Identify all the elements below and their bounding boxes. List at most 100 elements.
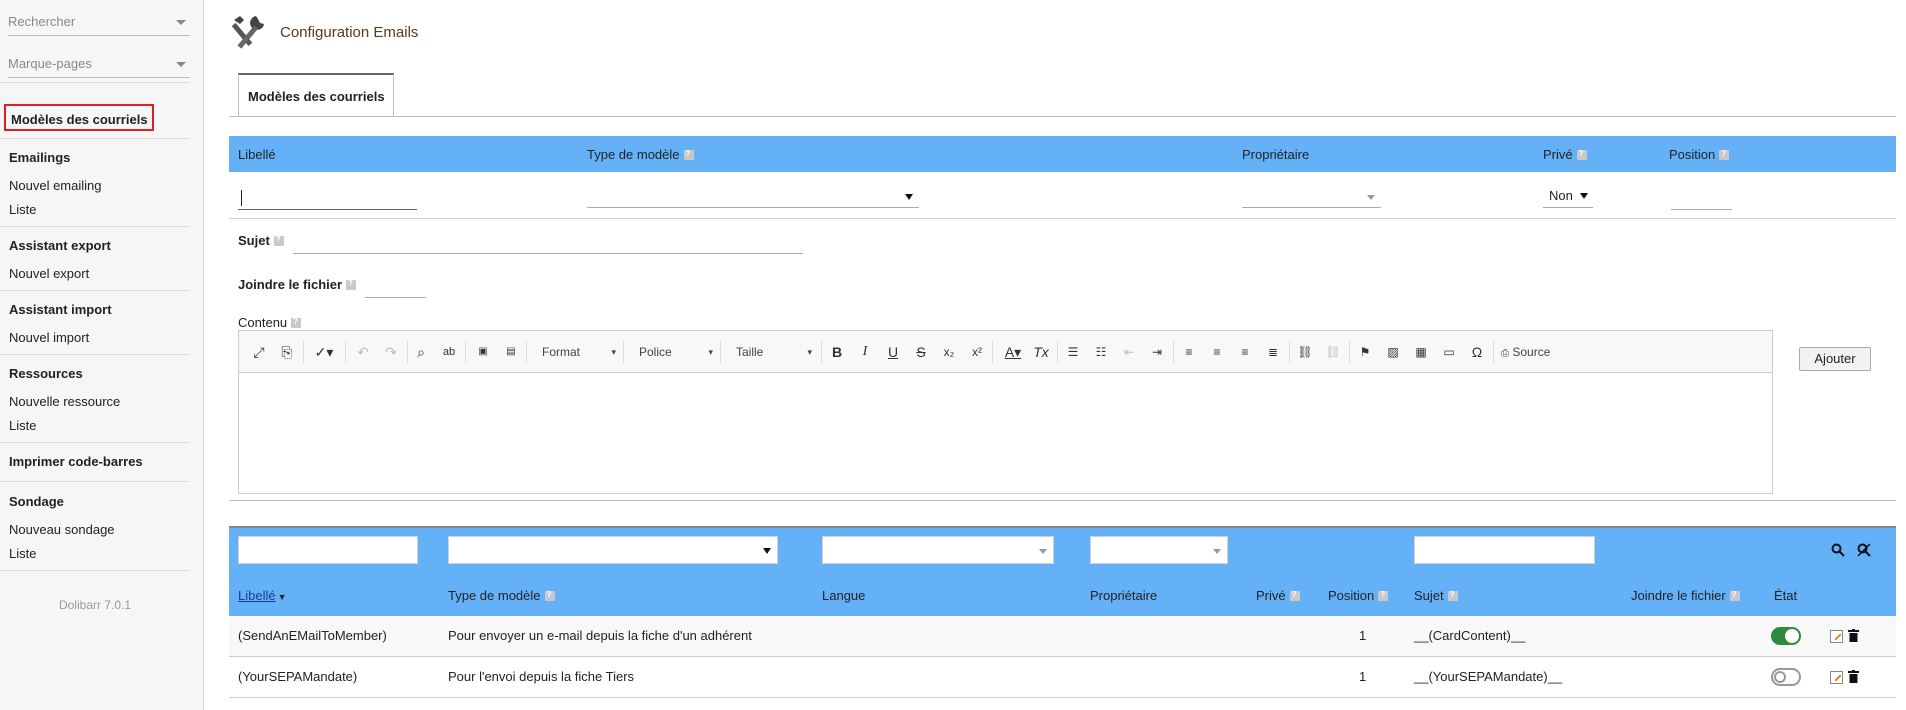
trash-icon[interactable] [1848, 629, 1859, 642]
image-icon[interactable]: ▨ [1383, 343, 1403, 361]
filter-proprietaire-select[interactable] [1090, 536, 1228, 564]
table-icon[interactable]: ▦ [1411, 343, 1431, 361]
horizontal-rule-icon[interactable]: ▭ [1439, 343, 1459, 361]
anchor-flag-icon[interactable]: ⚑ [1355, 343, 1375, 361]
preview-icon[interactable]: ⎘ [277, 343, 297, 361]
sidebar-item-new-emailing[interactable]: Nouvel emailing [9, 178, 102, 193]
format-dropdown[interactable]: Format ▾ [542, 343, 618, 361]
version-label: Dolibarr 7.0.1 [58, 598, 132, 612]
sidebar-item-new-survey[interactable]: Nouveau sondage [9, 522, 115, 537]
remove-format-icon[interactable]: Tx [1031, 343, 1051, 361]
strikethrough-icon[interactable]: S [911, 343, 931, 361]
tab-divider [229, 116, 1896, 117]
trash-icon[interactable] [1848, 670, 1859, 683]
justify-icon[interactable]: ≣ [1263, 343, 1283, 361]
sujet-input[interactable] [293, 232, 803, 254]
position-input[interactable] [1671, 188, 1732, 210]
sidebar-heading-survey[interactable]: Sondage [9, 494, 64, 509]
search-icon[interactable]: ⌕ [411, 343, 431, 361]
select-all-icon[interactable]: ▣ [473, 343, 493, 361]
sidebar-heading-emailings[interactable]: Emailings [9, 150, 70, 165]
sort-libelle-link[interactable]: Libellé ▼ [238, 588, 287, 603]
bold-icon[interactable]: B [827, 343, 847, 361]
outdent-icon[interactable]: ⇤ [1119, 343, 1139, 361]
libelle-input[interactable] [238, 188, 417, 210]
undo-icon[interactable]: ↶ [353, 343, 373, 361]
sidebar-item-emailing-list[interactable]: Liste [9, 202, 36, 217]
align-left-icon[interactable]: ≡ [1179, 343, 1199, 361]
form-header-type: Type de modèle [587, 147, 694, 162]
sidebar-item-new-resource[interactable]: Nouvelle ressource [9, 394, 120, 409]
clear-search-icon[interactable] [1857, 543, 1871, 557]
add-button[interactable]: Ajouter [1799, 347, 1871, 371]
font-dropdown[interactable]: Police ▾ [639, 343, 715, 361]
help-icon [1289, 590, 1300, 601]
link-icon[interactable]: ⛓ [1295, 343, 1315, 361]
sidebar-item-new-import[interactable]: Nouvel import [9, 330, 89, 345]
help-icon [1719, 149, 1730, 160]
col-header-langue: Langue [822, 588, 866, 603]
text-color-icon[interactable]: A▾ [999, 343, 1027, 361]
divider [0, 570, 190, 571]
search-select[interactable]: Rechercher [8, 12, 190, 36]
format-dropdown-label: Format [542, 345, 581, 359]
form-header-prive-label: Privé [1543, 147, 1573, 162]
source-button[interactable]: ⎙ Source [1501, 343, 1550, 361]
prive-select[interactable]: Non [1543, 186, 1593, 208]
sidebar-heading-export[interactable]: Assistant export [9, 238, 111, 253]
filter-sujet-input[interactable] [1414, 536, 1595, 564]
proprietaire-select[interactable] [1242, 186, 1381, 208]
size-dropdown-label: Taille [736, 345, 764, 359]
col-header-etat: État [1774, 588, 1798, 603]
bulleted-list-icon[interactable]: ☷ [1091, 343, 1111, 361]
replace-icon[interactable]: ab [439, 343, 459, 361]
col-header-prive: Privé [1256, 588, 1300, 603]
form-header-position-label: Position [1669, 147, 1716, 162]
filter-type-select[interactable] [448, 536, 778, 564]
redo-icon[interactable]: ↷ [381, 343, 401, 361]
search-icon[interactable] [1831, 543, 1845, 557]
form-header-type-label: Type de modèle [587, 147, 680, 162]
col-header-type: Type de modèle [448, 588, 555, 603]
filter-libelle-input[interactable] [238, 536, 418, 564]
subscript-icon[interactable]: x₂ [939, 343, 959, 361]
align-right-icon[interactable]: ≡ [1235, 343, 1255, 361]
editor-content-area[interactable] [239, 374, 1772, 493]
numbered-list-icon[interactable]: ☰ [1063, 343, 1083, 361]
italic-icon[interactable]: I [855, 343, 875, 361]
status-toggle-on[interactable] [1771, 627, 1801, 645]
joindre-input[interactable] [365, 276, 426, 298]
align-center-icon[interactable]: ≡ [1207, 343, 1227, 361]
edit-icon[interactable] [1830, 671, 1843, 684]
type-select[interactable] [587, 186, 919, 208]
sidebar-heading-resources[interactable]: Ressources [9, 366, 83, 381]
maximize-icon[interactable]: ⤢ [249, 343, 269, 361]
sidebar-item-email-templates[interactable]: Modèles des courriels [4, 104, 154, 131]
filter-langue-select[interactable] [822, 536, 1054, 564]
sidebar-item-survey-list[interactable]: Liste [9, 546, 36, 561]
tab-email-templates[interactable]: Modèles des courriels [238, 73, 394, 116]
bookmarks-select[interactable]: Marque-pages [8, 54, 190, 78]
divider [0, 138, 190, 139]
unlink-icon[interactable]: ⛓ [1323, 343, 1343, 361]
sidebar-item-new-export[interactable]: Nouvel export [9, 266, 89, 281]
toolbar-separator [407, 341, 408, 363]
chevron-down-icon [1580, 193, 1588, 199]
editor-toolbar: ⤢ ⎘ ✓▾ ↶ ↷ ⌕ ab ▣ ▤ Format ▾ Police ▾ Tail… [239, 331, 1772, 373]
underline-icon[interactable]: U [883, 343, 903, 361]
sidebar-heading-import[interactable]: Assistant import [9, 302, 112, 317]
sidebar-heading-barcode[interactable]: Imprimer code-barres [9, 454, 143, 469]
sidebar-item-resource-list[interactable]: Liste [9, 418, 36, 433]
status-toggle-off[interactable] [1771, 668, 1801, 686]
superscript-icon[interactable]: x² [967, 343, 987, 361]
edit-icon[interactable] [1830, 630, 1843, 643]
special-char-icon[interactable]: Ω [1467, 343, 1487, 361]
indent-icon[interactable]: ⇥ [1147, 343, 1167, 361]
toolbar-separator [992, 341, 993, 363]
chevron-down-icon [1367, 195, 1375, 200]
blocks-icon[interactable]: ▤ [501, 343, 521, 361]
form-header-libelle: Libellé [238, 147, 276, 162]
form-header-bar [229, 136, 1896, 172]
spellcheck-icon[interactable]: ✓▾ [311, 343, 337, 361]
size-dropdown[interactable]: Taille ▾ [736, 343, 814, 361]
